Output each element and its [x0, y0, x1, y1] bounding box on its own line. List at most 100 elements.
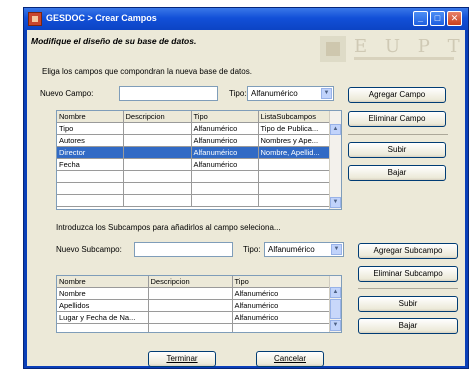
table-cell[interactable]: Alfanumérico: [232, 287, 332, 300]
table-cell[interactable]: [57, 194, 124, 207]
table-cell[interactable]: [258, 182, 332, 195]
scrollbar-thumb[interactable]: [330, 299, 341, 319]
table-cell[interactable]: [258, 158, 332, 171]
table-cell[interactable]: [191, 182, 259, 195]
column-header[interactable]: Tipo: [232, 276, 332, 288]
field-type-label: Tipo:: [229, 89, 247, 98]
fields-instruction: Eliga los campos que compondran la nueva…: [42, 67, 252, 76]
table-row[interactable]: Lugar y Fecha de Na... Alfanumérico: [57, 311, 332, 324]
table-cell[interactable]: [148, 323, 233, 332]
table-cell[interactable]: [148, 287, 233, 300]
logo-text: E U P T: [354, 36, 460, 57]
table-cell[interactable]: [258, 170, 332, 183]
table-row[interactable]: [57, 323, 332, 332]
table-header-row: Nombre Descripcion Tipo: [57, 276, 332, 288]
table-row[interactable]: [57, 194, 332, 207]
table-cell[interactable]: [123, 194, 192, 207]
table-cell[interactable]: Nombre, Apellid...: [258, 146, 332, 159]
table-row[interactable]: Fecha Alfanumérico: [57, 158, 332, 171]
close-icon[interactable]: ✕: [447, 11, 462, 26]
column-header[interactable]: Nombre: [57, 111, 124, 123]
chevron-down-icon[interactable]: ▼: [321, 88, 332, 99]
table-cell[interactable]: [123, 158, 192, 171]
add-subfield-button[interactable]: Agregar Subcampo: [358, 243, 458, 259]
table-cell[interactable]: [123, 146, 192, 159]
table-cell[interactable]: [123, 134, 192, 147]
table-cell[interactable]: Tipo de Publica...: [258, 122, 332, 135]
table-cell[interactable]: [191, 170, 259, 183]
table-cell[interactable]: Autores: [57, 134, 124, 147]
move-up-field-button[interactable]: Subir: [348, 142, 446, 158]
scroll-up-icon[interactable]: ▲: [330, 124, 341, 135]
table-cell[interactable]: [57, 323, 149, 332]
table-cell[interactable]: Alfanumérico: [232, 299, 332, 312]
table-cell[interactable]: [123, 170, 192, 183]
table-cell[interactable]: Alfanumérico: [191, 158, 259, 171]
eupt-logo: E U P T: [320, 36, 460, 62]
app-icon: [28, 12, 42, 26]
fields-scrollbar[interactable]: ▲ ▼: [329, 111, 341, 209]
scroll-up-icon[interactable]: ▲: [330, 287, 341, 298]
table-cell[interactable]: [148, 311, 233, 324]
table-cell[interactable]: [57, 170, 124, 183]
table-cell[interactable]: [148, 299, 233, 312]
table-row[interactable]: Apellidos Alfanumérico: [57, 299, 332, 312]
column-header[interactable]: ListaSubcampos: [258, 111, 332, 123]
new-subfield-input[interactable]: [134, 242, 233, 257]
chevron-down-icon[interactable]: ▼: [331, 244, 342, 255]
table-cell[interactable]: Lugar y Fecha de Na...: [57, 311, 149, 324]
page-title: Modifique el diseño de su base de datos.: [31, 36, 197, 46]
move-up-subfield-button[interactable]: Subir: [358, 296, 458, 312]
table-cell[interactable]: [191, 194, 259, 207]
subfields-table[interactable]: Nombre Descripcion Tipo Nombre Alfanumérico A…: [56, 275, 342, 333]
table-cell[interactable]: Nombres y Ape...: [258, 134, 332, 147]
move-down-subfield-button[interactable]: Bajar: [358, 318, 458, 334]
table-cell[interactable]: Director: [57, 146, 124, 159]
table-row[interactable]: [57, 182, 332, 195]
table-cell[interactable]: [123, 182, 192, 195]
column-header[interactable]: Nombre: [57, 276, 149, 288]
table-cell[interactable]: Alfanumérico: [191, 122, 259, 135]
cancel-button[interactable]: Cancelar: [256, 351, 324, 367]
finish-button-label: Terminar: [166, 354, 198, 363]
subfield-type-label: Tipo:: [243, 245, 261, 254]
new-field-label: Nuevo Campo:: [40, 89, 94, 98]
finish-button[interactable]: Terminar: [148, 351, 216, 367]
table-row[interactable]: [57, 170, 332, 183]
table-row[interactable]: Tipo Alfanumérico Tipo de Publica...: [57, 122, 332, 135]
table-row[interactable]: Director Alfanumérico Nombre, Apellid...: [57, 146, 332, 159]
field-type-select[interactable]: Alfanumérico ▼: [247, 86, 334, 101]
scroll-down-icon[interactable]: ▼: [330, 320, 341, 331]
scroll-down-icon[interactable]: ▼: [330, 197, 341, 208]
subfield-type-select[interactable]: Alfanumérico ▼: [264, 242, 344, 257]
fields-table[interactable]: Nombre Descripcion Tipo ListaSubcampos Tipo A…: [56, 110, 342, 210]
window-title: GESDOC > Crear Campos: [46, 13, 157, 23]
table-cell[interactable]: Alfanumérico: [191, 134, 259, 147]
new-field-input[interactable]: [119, 86, 218, 101]
minimize-icon[interactable]: _: [413, 11, 428, 26]
table-cell[interactable]: Tipo: [57, 122, 124, 135]
remove-field-button[interactable]: Eliminar Campo: [348, 111, 446, 127]
table-cell[interactable]: [232, 323, 332, 332]
add-field-button[interactable]: Agregar Campo: [348, 87, 446, 103]
subfield-type-value: Alfanumérico: [268, 245, 315, 254]
table-cell[interactable]: Alfanumérico: [191, 146, 259, 159]
column-header[interactable]: Descripcion: [148, 276, 233, 288]
table-cell[interactable]: Nombre: [57, 287, 149, 300]
table-cell[interactable]: [57, 182, 124, 195]
table-cell[interactable]: Alfanumérico: [232, 311, 332, 324]
column-header[interactable]: Tipo: [191, 111, 259, 123]
table-row[interactable]: Nombre Alfanumérico: [57, 287, 332, 300]
table-row[interactable]: Autores Alfanumérico Nombres y Ape...: [57, 134, 332, 147]
table-cell[interactable]: Apellidos: [57, 299, 149, 312]
field-type-value: Alfanumérico: [251, 89, 298, 98]
remove-subfield-button[interactable]: Eliminar Subcampo: [358, 266, 458, 282]
maximize-icon[interactable]: □: [430, 11, 445, 26]
move-down-field-button[interactable]: Bajar: [348, 165, 446, 181]
column-header[interactable]: Descripcion: [123, 111, 192, 123]
table-cell[interactable]: [258, 194, 332, 207]
table-cell[interactable]: [123, 122, 192, 135]
subfields-scrollbar[interactable]: ▲ ▼: [329, 276, 341, 332]
divider: [358, 288, 458, 289]
table-cell[interactable]: Fecha: [57, 158, 124, 171]
